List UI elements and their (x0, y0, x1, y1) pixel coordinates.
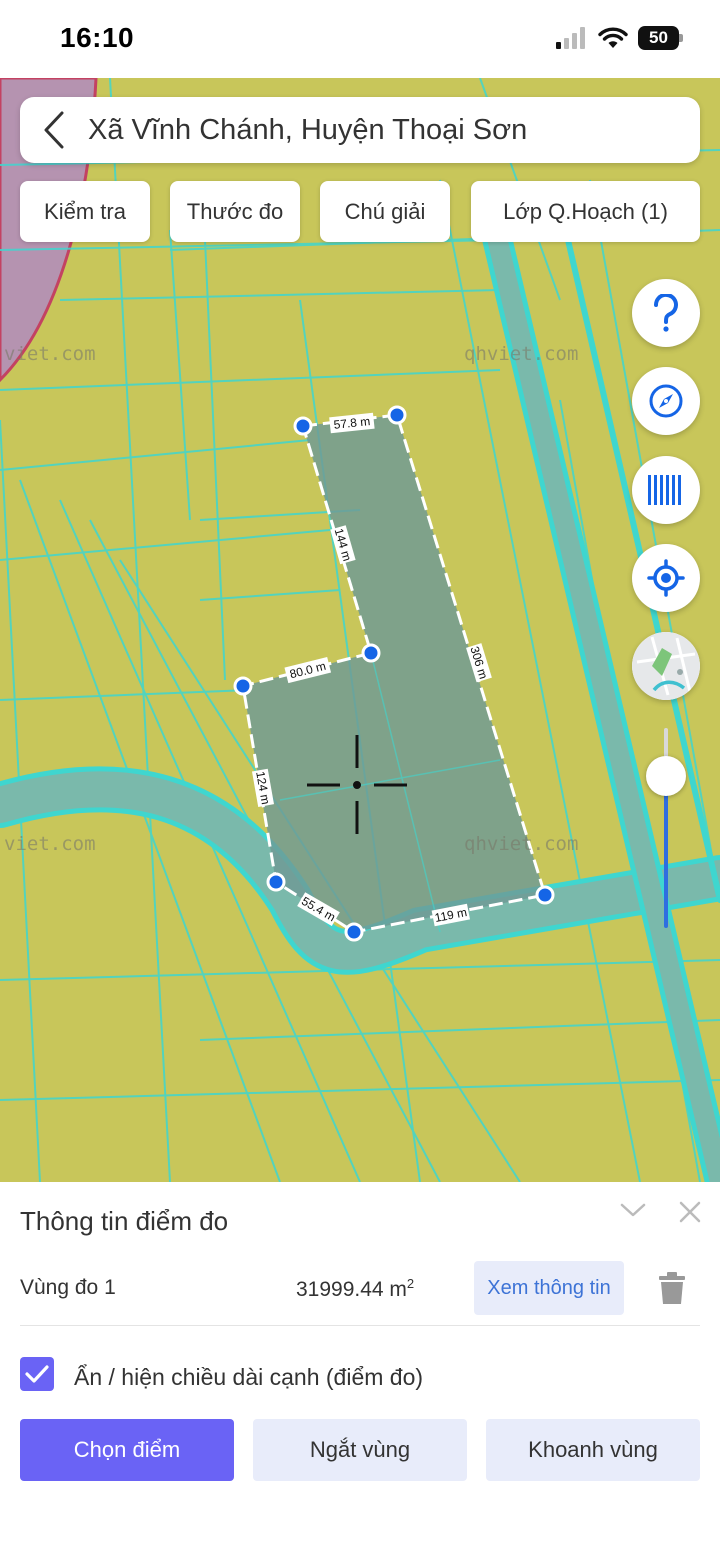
area-unit-superscript: 2 (406, 1276, 415, 1291)
watermark: qhviet.com (464, 343, 578, 365)
enclose-area-button[interactable]: Khoanh vùng (486, 1419, 700, 1481)
check-button[interactable]: Kiểm tra (20, 181, 150, 242)
panel-title: Thông tin điểm đo (20, 1206, 229, 1236)
battery-level: 50 (649, 28, 668, 47)
vertex-point[interactable] (387, 405, 407, 425)
wifi-icon (598, 27, 628, 48)
map-canvas[interactable]: 57.8 m 306 m 119 m 55.4 m 124 m 80.0 m 1… (0, 78, 720, 1182)
vertex-point[interactable] (233, 676, 253, 696)
compass-button[interactable] (632, 367, 700, 435)
map-view[interactable]: 57.8 m 306 m 119 m 55.4 m 124 m 80.0 m 1… (0, 78, 720, 1182)
location-title: Xã Vĩnh Chánh, Huyện Thoại Sơn (88, 113, 528, 146)
divider (20, 1325, 700, 1326)
help-button[interactable] (632, 279, 700, 347)
signal-icon (556, 27, 585, 49)
basemap-button[interactable] (632, 632, 700, 700)
view-info-button[interactable]: Xem thông tin (474, 1261, 624, 1315)
watermark: viet.com (4, 343, 96, 365)
close-icon[interactable] (678, 1200, 702, 1224)
planning-layer-button[interactable]: Lớp Q.Hoạch (1) (471, 181, 700, 242)
watermark: qhviet.com (464, 833, 578, 855)
show-edge-length-label: Ẩn / hiện chiều dài cạnh (điểm đo) (74, 1364, 424, 1390)
locate-icon (647, 559, 685, 597)
legend-button[interactable]: Chú giải (320, 181, 450, 242)
measure-info-panel: Thông tin điểm đo Vùng đo 1 31999.44 m2 … (0, 1182, 720, 1559)
area-number: 31999.44 m (296, 1278, 407, 1301)
vertex-point[interactable] (535, 885, 555, 905)
zoom-slider-handle[interactable] (646, 756, 686, 796)
vertex-point[interactable] (361, 643, 381, 663)
show-edge-length-checkbox[interactable] (20, 1357, 54, 1391)
measure-area-name: Vùng đo 1 (20, 1276, 116, 1299)
vertex-point[interactable] (293, 416, 313, 436)
chevron-left-icon (44, 111, 64, 149)
help-icon (653, 294, 678, 332)
compass-icon (649, 384, 683, 418)
vertex-point[interactable] (266, 872, 286, 892)
break-area-button[interactable]: Ngắt vùng (253, 1419, 467, 1481)
chevron-down-icon[interactable] (620, 1202, 646, 1218)
status-icons: 50 (556, 26, 684, 50)
locate-button[interactable] (632, 544, 700, 612)
basemap-icon (632, 632, 700, 700)
pick-point-button[interactable]: Chọn điểm (20, 1419, 234, 1481)
ruler-button[interactable]: Thước đo (170, 181, 300, 242)
search-bar[interactable]: Xã Vĩnh Chánh, Huyện Thoại Sơn (20, 97, 700, 163)
watermark: viet.com (4, 833, 96, 855)
vertex-point[interactable] (344, 922, 364, 942)
barcode-button[interactable] (632, 456, 700, 524)
status-bar: 16:10 50 (0, 0, 720, 78)
barcode-icon (648, 475, 681, 505)
trash-icon[interactable] (656, 1270, 688, 1306)
clock: 16:10 (60, 22, 135, 53)
battery-icon: 50 (638, 26, 684, 50)
measure-area-value: 31999.44 m2 (296, 1276, 414, 1302)
checkmark-icon (25, 1365, 49, 1383)
back-button[interactable] (20, 97, 88, 163)
